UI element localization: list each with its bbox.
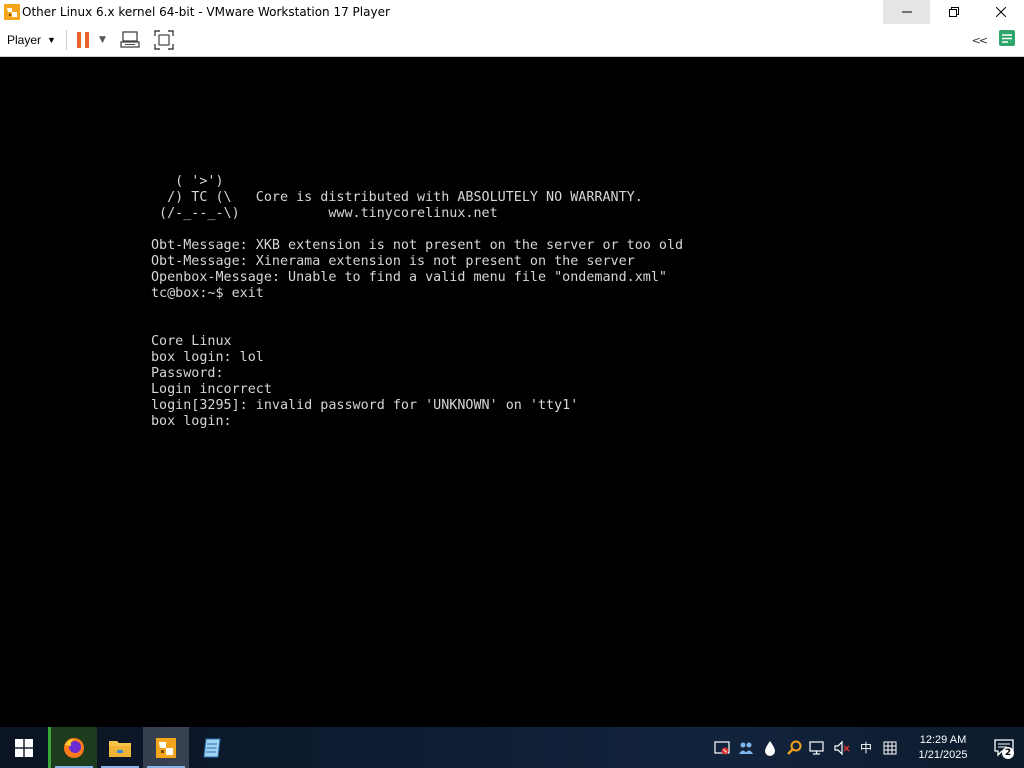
minimize-icon: [901, 11, 912, 13]
taskbar-clock[interactable]: 12:29 AM 1/21/2025: [910, 733, 976, 763]
windows-logo-icon: [15, 738, 33, 757]
maximize-button[interactable]: [930, 0, 977, 24]
console-line: login[3295]: invalid password for 'UNKNO…: [151, 398, 579, 413]
pause-icon: [76, 32, 81, 48]
tray-ime-mode-icon[interactable]: [878, 727, 902, 768]
fullscreen-button[interactable]: [154, 30, 174, 50]
system-tray: 中 12:29 AM 1/21/2025 2: [710, 727, 1024, 768]
clock-date: 1/21/2025: [918, 748, 968, 761]
taskbar-notepad[interactable]: [189, 727, 235, 768]
console-line: Obt-Message: Xinerama extension is not p…: [151, 254, 635, 269]
console-line: Login incorrect: [151, 382, 272, 397]
window-title: Other Linux 6.x kernel 64-bit - VMware W…: [22, 5, 390, 19]
vmware-app-icon: [4, 4, 20, 20]
tray-security-icon[interactable]: [710, 727, 734, 768]
send-ctrl-alt-del-button[interactable]: [120, 31, 140, 49]
fullscreen-icon: [154, 30, 174, 50]
tray-ime-indicator[interactable]: 中: [854, 727, 878, 768]
restore-icon: [948, 7, 959, 17]
power-dropdown-icon[interactable]: ▼: [99, 35, 106, 45]
notepad-icon: [203, 738, 221, 757]
vm-console[interactable]: ( '>') /) TC (\ Core is distributed with…: [0, 57, 1024, 727]
vmware-player-icon: [156, 737, 176, 758]
firefox-icon: [64, 737, 84, 758]
action-center-button[interactable]: 2: [984, 727, 1024, 768]
notes-button[interactable]: [998, 29, 1016, 51]
window-titlebar: Other Linux 6.x kernel 64-bit - VMware W…: [0, 0, 1024, 25]
console-line: tc@box:~$ exit: [151, 286, 264, 301]
window-controls: [883, 0, 1024, 24]
close-icon: [995, 7, 1006, 17]
console-line: Obt-Message: XKB extension is not presen…: [151, 238, 684, 253]
tray-users-icon[interactable]: [734, 727, 758, 768]
clock-time: 12:29 AM: [919, 733, 967, 746]
tray-search-icon[interactable]: [782, 727, 806, 768]
taskbar-file-explorer[interactable]: [97, 727, 143, 768]
console-line: /) TC (\ Core is distributed with ABSOLU…: [151, 190, 643, 205]
taskbar-firefox[interactable]: [48, 727, 97, 768]
console-line: (/-_--_-\) www.tinycorelinux.net: [151, 206, 498, 221]
pause-button[interactable]: [76, 32, 89, 48]
tray-network-icon[interactable]: [806, 727, 830, 768]
minimize-button[interactable]: [883, 0, 930, 24]
start-button[interactable]: [0, 727, 48, 768]
chevron-down-icon: ▼: [47, 35, 56, 45]
console-output: ( '>') /) TC (\ Core is distributed with…: [151, 174, 683, 430]
ctrl-alt-del-icon: [120, 31, 140, 48]
tray-volume-muted-icon[interactable]: [830, 727, 854, 768]
toolbar-right: <<: [972, 24, 1024, 56]
player-menu-button[interactable]: Player ▼: [7, 33, 56, 47]
toolbar-divider: [65, 30, 67, 50]
file-explorer-icon: [109, 740, 131, 757]
console-line: Password:: [151, 366, 224, 381]
notification-count-badge: 2: [1002, 747, 1014, 759]
taskbar: 中 12:29 AM 1/21/2025 2: [0, 727, 1024, 768]
console-line: box login:: [151, 414, 232, 429]
console-line: box login: lol: [151, 350, 264, 365]
tray-drop-icon[interactable]: [758, 727, 782, 768]
player-menu-label: Player: [7, 33, 42, 47]
console-line: Core Linux: [151, 334, 232, 349]
collapse-toolbar-icon[interactable]: <<: [972, 34, 989, 47]
console-line: ( '>'): [151, 174, 224, 189]
player-toolbar: Player ▼ ▼ <<: [0, 24, 1024, 57]
close-button[interactable]: [977, 0, 1024, 24]
console-line: Openbox-Message: Unable to find a valid …: [151, 270, 667, 285]
taskbar-vmware-player[interactable]: [143, 727, 189, 768]
notes-icon: [999, 30, 1015, 46]
